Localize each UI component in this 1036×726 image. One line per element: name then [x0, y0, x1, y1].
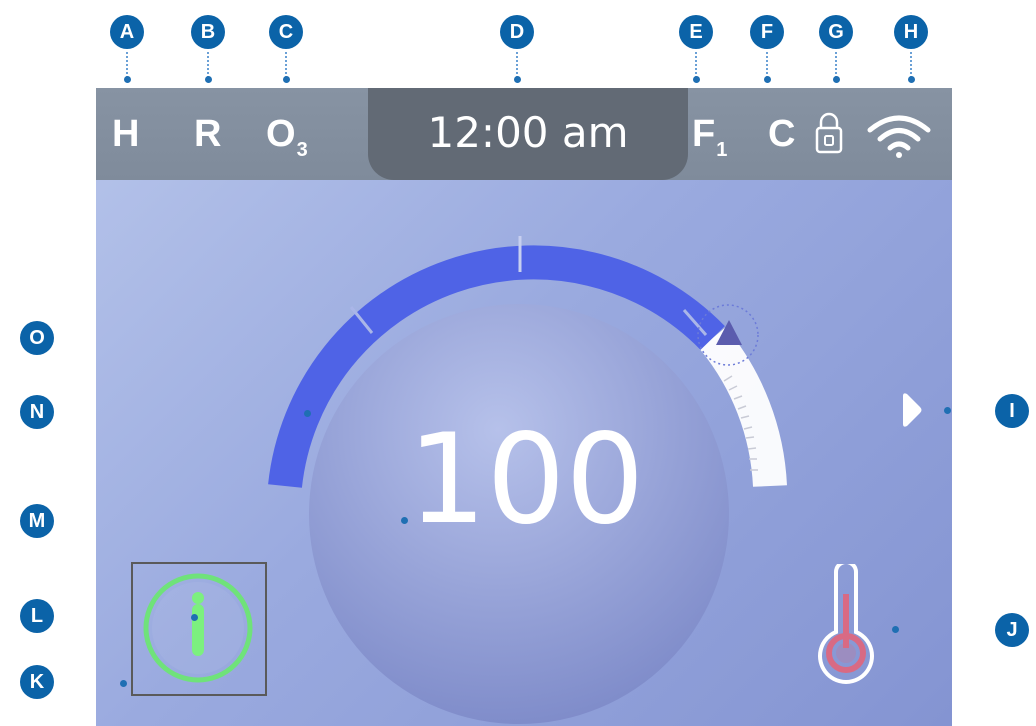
leader-h: [910, 52, 912, 78]
chevron-right-icon[interactable]: [900, 390, 924, 430]
leader-dot-e: [693, 76, 700, 83]
thermometer-icon[interactable]: [814, 564, 878, 688]
callout-b: B: [191, 15, 225, 49]
leader-d: [516, 52, 518, 78]
leader-dot-g: [833, 76, 840, 83]
callout-n: N: [20, 395, 54, 429]
callout-c: C: [269, 15, 303, 49]
leader-dot-l: [191, 614, 198, 621]
leader-dot-m: [401, 517, 408, 524]
callout-g: G: [819, 15, 853, 49]
leader-b: [207, 52, 209, 78]
leader-dot-a: [124, 76, 131, 83]
leader-dot-f: [764, 76, 771, 83]
callout-e: E: [679, 15, 713, 49]
callout-m: M: [20, 504, 54, 538]
callout-d: D: [500, 15, 534, 49]
leader-c: [285, 52, 287, 78]
leader-dot-d: [514, 76, 521, 83]
leader-dot-i: [944, 407, 951, 414]
leader-a: [126, 52, 128, 78]
leader-e: [695, 52, 697, 78]
callout-l: L: [20, 599, 54, 633]
set-temperature-value[interactable]: 100: [396, 418, 656, 542]
leader-g: [835, 52, 837, 78]
leader-dot-c: [283, 76, 290, 83]
callout-h: H: [894, 15, 928, 49]
leader-dot-j: [892, 626, 899, 633]
callout-f: F: [750, 15, 784, 49]
callout-o: O: [20, 321, 54, 355]
leader-f: [766, 52, 768, 78]
leader-dot-b: [205, 76, 212, 83]
leader-dot-n: [304, 410, 311, 417]
callout-i: I: [995, 394, 1029, 428]
callout-j: J: [995, 613, 1029, 647]
leader-dot-k: [120, 680, 127, 687]
callout-a: A: [110, 15, 144, 49]
callout-k: K: [20, 665, 54, 699]
info-button-frame: [131, 562, 267, 696]
leader-dot-h: [908, 76, 915, 83]
